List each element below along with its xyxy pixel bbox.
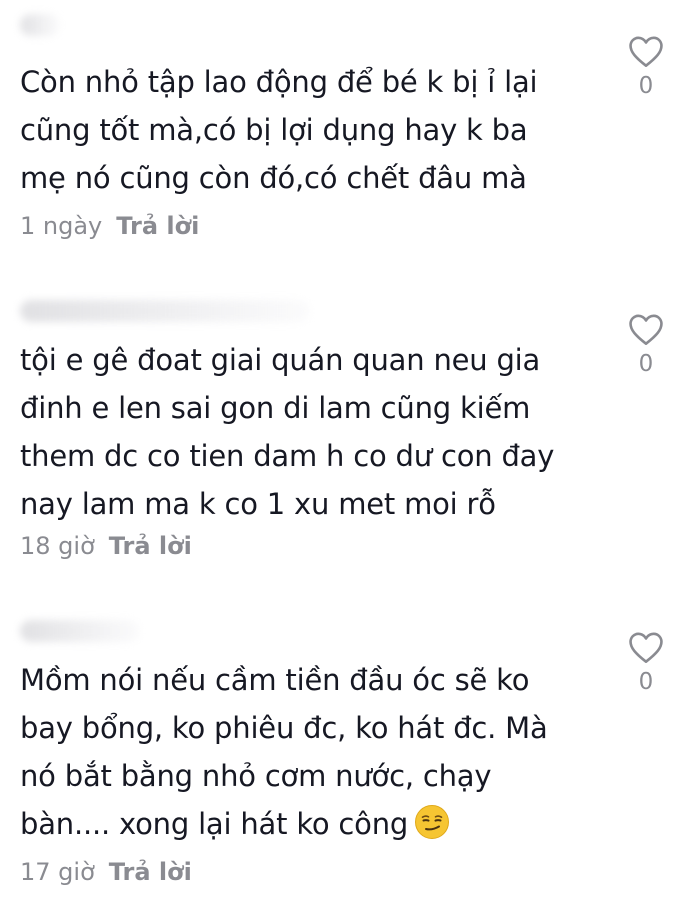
- comment-2: tội e gê đoat giai quán quan neu gia đin…: [0, 280, 700, 580]
- comment-time: 18 giờ: [20, 532, 95, 560]
- heart-outline-icon[interactable]: [627, 630, 665, 664]
- like-control: 0: [622, 630, 670, 694]
- comment-meta: 17 giờ Trả lời: [20, 858, 192, 886]
- comment-line: them dc co tien dam h co dư con đay: [20, 439, 555, 473]
- like-control: 0: [622, 312, 670, 376]
- comment-time: 1 ngày: [20, 212, 103, 240]
- like-control: 0: [622, 34, 670, 98]
- comment-meta: 18 giờ Trả lời: [20, 532, 192, 560]
- reply-button[interactable]: Trả lời: [109, 858, 192, 886]
- comment-line: Còn nhỏ tập lao động để bé k bị ỉ lại: [20, 65, 538, 99]
- comment-meta: 1 ngày Trả lời: [20, 212, 199, 240]
- heart-outline-icon[interactable]: [627, 312, 665, 346]
- heart-outline-icon[interactable]: [627, 34, 665, 68]
- comment-line: Mồm nói nếu cầm tiền đầu óc sẽ ko: [20, 663, 530, 697]
- comment-3: Mồm nói nếu cầm tiền đầu óc sẽ ko bay bổ…: [0, 600, 700, 912]
- blurred-username[interactable]: [20, 14, 60, 36]
- comment-text: Mồm nói nếu cầm tiền đầu óc sẽ ko bay bổ…: [20, 656, 600, 848]
- smirking-face-emoji: [415, 805, 450, 839]
- comment-line: cũng tốt mà,có bị lợi dụng hay k ba: [20, 113, 528, 147]
- like-count: 0: [638, 669, 654, 695]
- like-count: 0: [638, 351, 654, 377]
- comment-line: nó bắt bằng nhỏ cơm nước, chạy: [20, 759, 492, 793]
- comment-time: 17 giờ: [20, 858, 95, 886]
- reply-button[interactable]: Trả lời: [116, 212, 199, 240]
- comment-text: Còn nhỏ tập lao động để bé k bị ỉ lại cũ…: [20, 58, 600, 202]
- comment-line: tội e gê đoat giai quán quan neu gia: [20, 343, 541, 377]
- comment-line: đinh e len sai gon di lam cũng kiếm: [20, 391, 531, 425]
- comment-line: nay lam ma k co 1 xu met moi rỗ: [20, 487, 496, 521]
- blurred-username[interactable]: [20, 300, 310, 322]
- comment-line: bay bổng, ko phiêu đc, ko hát đc. Mà: [20, 711, 548, 745]
- comment-line-with-emoji: bàn.... xong lại hát ko công: [20, 800, 600, 848]
- reply-button[interactable]: Trả lời: [109, 532, 192, 560]
- like-count: 0: [638, 73, 654, 99]
- comment-text: tội e gê đoat giai quán quan neu gia đin…: [20, 336, 600, 528]
- comment-line: bàn.... xong lại hát ko công: [20, 807, 409, 841]
- comment-line: mẹ nó cũng còn đó,có chết đâu mà: [20, 161, 527, 195]
- blurred-username[interactable]: [20, 620, 140, 642]
- comment-1: Còn nhỏ tập lao động để bé k bị ỉ lại cũ…: [0, 0, 700, 260]
